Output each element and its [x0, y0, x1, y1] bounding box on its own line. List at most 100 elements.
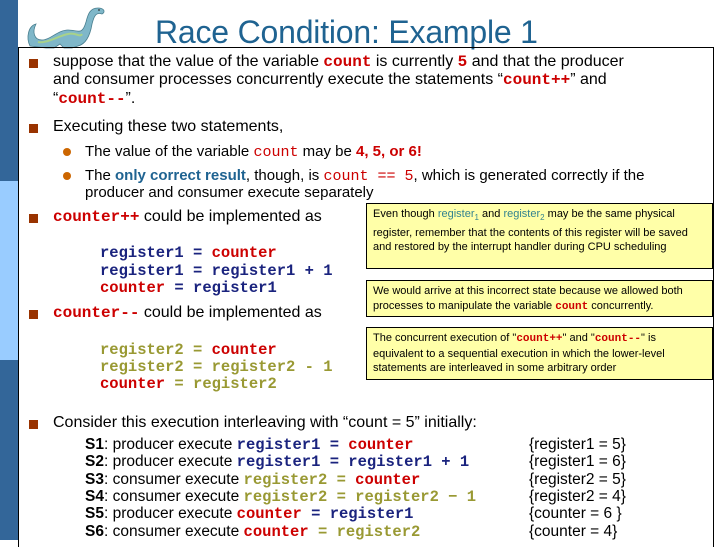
text: Even though	[373, 208, 438, 220]
code-line: register2 = register2 - 1	[100, 358, 333, 377]
text: concurrently.	[588, 299, 654, 312]
step-row: S4: consumer execute register2 = registe…	[85, 488, 476, 507]
code-rhs: register2	[193, 375, 277, 393]
text: register	[503, 208, 541, 220]
bullet-3-text: counter++ could be implemented as	[53, 208, 322, 226]
bullet-5-text: Consider this execution interleaving wit…	[53, 414, 477, 431]
code-line: register1 = register1 + 1	[100, 262, 333, 281]
text: and consumer processes concurrently exec…	[53, 71, 503, 88]
step-code-lhs: register1	[236, 453, 321, 472]
code-count-increment: count++	[503, 71, 571, 89]
text: The concurrent execution of "	[373, 332, 517, 344]
text: register	[437, 208, 475, 220]
step-result: {counter = 4}	[529, 522, 618, 540]
step-actor: : consumer execute	[103, 470, 244, 488]
bullet-4-text: counter-- could be implemented as	[53, 304, 322, 322]
step-label: S5	[85, 505, 104, 523]
sub-bullet-2-line-2: producer and consumer execute separately	[85, 184, 374, 201]
code-op: =	[183, 341, 212, 359]
step-result: {register1 = 6}	[529, 453, 626, 471]
value-5: 5	[457, 53, 468, 71]
step-label: S6	[85, 522, 104, 540]
text: ”.	[125, 90, 136, 107]
text: ” and	[570, 71, 607, 88]
code-count-decrement: count--	[594, 333, 642, 345]
step-result: {counter = 6 }	[529, 505, 622, 523]
bullet-1-line-3: “count--”.	[53, 90, 135, 108]
step-actor: : producer execute	[103, 436, 237, 453]
code-lhs: register2	[100, 341, 184, 359]
note-box-interleaving: The concurrent execution of "count++" an…	[366, 327, 713, 380]
step-code-op: =	[301, 505, 330, 524]
code-lhs: counter	[100, 375, 166, 393]
code-count: count	[555, 300, 589, 313]
step-label: S4	[85, 487, 104, 505]
step-code-rhs: register2 − 1	[355, 487, 477, 506]
step-actor: : producer execute	[103, 505, 237, 523]
step-label: S3	[85, 470, 104, 488]
step-code-op: =	[320, 453, 349, 472]
code-line: register2 = counter	[100, 341, 277, 360]
sub-bullet-1: The value of the variable count may be 4…	[85, 143, 422, 162]
code-lhs: register2	[100, 358, 184, 376]
step-result: {register1 = 5}	[529, 436, 626, 453]
step-code-op: =	[327, 487, 356, 506]
note-box-incorrect-state: We would arrive at this incorrect state …	[366, 280, 713, 317]
code-op: =	[165, 279, 194, 297]
text: suppose that the value of the variable	[53, 53, 324, 70]
step-result: {register2 = 4}	[529, 487, 626, 505]
code-line: register1 = counter	[100, 244, 277, 263]
code-op: =	[183, 262, 212, 280]
code-count-increment: count++	[516, 333, 563, 345]
text: and	[478, 208, 504, 220]
emphasis: only correct result	[115, 167, 246, 184]
step-label: S2	[85, 453, 104, 471]
bullet-square-icon	[29, 420, 38, 429]
code-line: counter = register1	[100, 279, 277, 298]
step-row: S3: consumer execute register2 = counter	[85, 471, 420, 490]
text: and that the producer	[467, 53, 624, 70]
step-code-lhs: register2	[243, 487, 328, 506]
step-result: {register2 = 5}	[529, 470, 626, 488]
register-term: register1	[437, 208, 479, 222]
code-line: counter = register2	[100, 375, 277, 394]
text: , though, is	[245, 167, 324, 184]
dinosaur-logo-icon	[27, 7, 105, 49]
step-row: S1: producer execute register1 = counter	[85, 436, 413, 455]
text: is currently	[371, 53, 458, 70]
bullet-square-icon	[29, 59, 38, 68]
code-count-eq-5: count == 5	[323, 168, 414, 185]
text: The value of the variable	[85, 143, 254, 160]
possible-values: 4, 5, or 6!	[355, 143, 422, 160]
step-code-rhs: register2	[336, 522, 421, 541]
step-code-lhs: register1	[236, 436, 321, 454]
code-rhs: register1	[193, 279, 277, 297]
code-rhs: register2 - 1	[211, 358, 333, 376]
text: , which is generated correctly if the	[413, 167, 645, 184]
code-op: =	[165, 375, 194, 393]
step-actor: : consumer execute	[103, 522, 244, 540]
step-row: S6: consumer execute counter = register2	[85, 523, 420, 542]
code-count: count	[253, 144, 299, 161]
step-actor: : consumer execute	[103, 487, 244, 505]
sidebar-highlight	[0, 181, 18, 360]
step-row: S5: producer execute counter = register1	[85, 505, 413, 524]
code-lhs: register1	[100, 262, 184, 280]
code-count: count	[323, 53, 372, 71]
bullet-square-icon	[29, 124, 38, 133]
step-actor: : producer execute	[103, 453, 237, 471]
bullet-dot-icon	[63, 148, 71, 156]
step-code-lhs: register2	[243, 470, 328, 489]
code-rhs: counter	[211, 244, 277, 262]
text: could be implemented as	[139, 304, 322, 321]
code-op: =	[183, 358, 212, 376]
step-code-lhs: counter	[243, 522, 309, 541]
step-code-rhs: register1	[329, 505, 414, 524]
text: may be	[298, 143, 356, 160]
bullet-dot-icon	[63, 172, 71, 180]
code-rhs: counter	[211, 341, 277, 359]
step-code-op: =	[327, 470, 356, 489]
text: " and "	[562, 332, 595, 344]
code-counter-decrement: counter--	[53, 304, 140, 322]
note-box-registers: Even though register1 and register2 may …	[366, 203, 713, 269]
